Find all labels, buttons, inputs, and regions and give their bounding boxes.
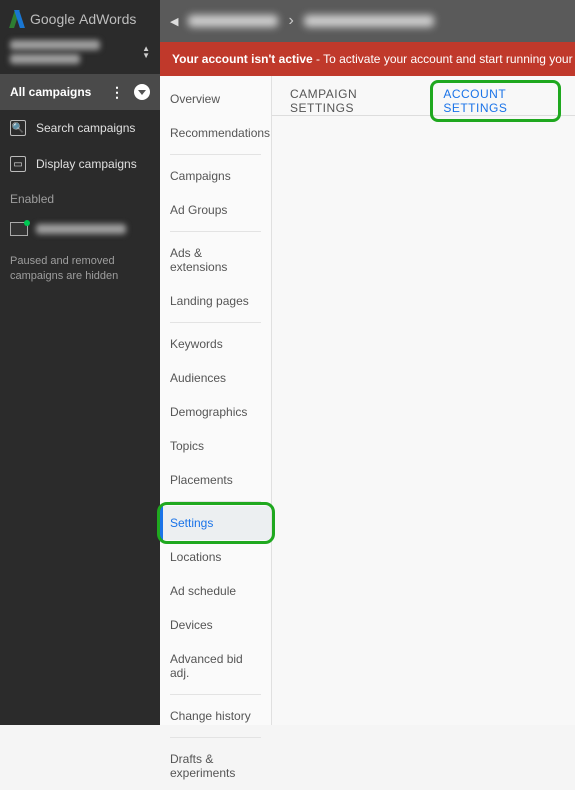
settings-tabs: CAMPAIGN SETTINGS ACCOUNT SETTINGS [272, 76, 575, 116]
secnav-divider [170, 501, 261, 502]
secnav-advanced-bid[interactable]: Advanced bid adj. [160, 642, 271, 690]
enabled-status-icon [10, 222, 28, 236]
secnav-audiences[interactable]: Audiences [160, 361, 271, 395]
page-content: CAMPAIGN SETTINGS ACCOUNT SETTINGS [272, 76, 575, 725]
kebab-menu-icon[interactable]: ⋮ [110, 85, 124, 99]
secnav-settings[interactable]: Settings [160, 506, 271, 540]
enabled-campaign-row[interactable] [0, 216, 160, 250]
sidebar-item-display-campaigns[interactable]: ▭ Display campaigns [0, 146, 160, 182]
display-icon: ▭ [10, 156, 26, 172]
secnav-ad-schedule[interactable]: Ad schedule [160, 574, 271, 608]
campaign-name-blur [36, 224, 126, 234]
all-campaigns-label: All campaigns [10, 85, 91, 99]
secnav-keywords[interactable]: Keywords [160, 327, 271, 361]
account-chevrons-icon: ▲▼ [142, 45, 150, 59]
secnav-divider [170, 154, 261, 155]
tab-account-settings[interactable]: ACCOUNT SETTINGS [430, 80, 561, 122]
secnav-campaigns[interactable]: Campaigns [160, 159, 271, 193]
sidebar-item-label: Display campaigns [36, 157, 137, 171]
filter-dropdown-icon[interactable] [134, 84, 150, 100]
enabled-section-label: Enabled [0, 182, 160, 216]
all-campaigns-header[interactable]: All campaigns ⋮ [0, 74, 160, 110]
adwords-logo-icon [10, 10, 24, 28]
secnav-topics[interactable]: Topics [160, 429, 271, 463]
breadcrumb-separator: › [288, 12, 293, 30]
secnav-ads-extensions[interactable]: Ads & extensions [160, 236, 271, 284]
brand-text: Google AdWords [30, 11, 136, 27]
inactive-account-alert[interactable]: Your account isn't active - To activate … [160, 42, 575, 76]
secnav-drafts-experiments[interactable]: Drafts & experiments [160, 742, 271, 790]
hidden-campaigns-note: Paused and removed campaigns are hidden [0, 250, 160, 289]
alert-rest: - To activate your account and start run… [313, 52, 575, 66]
main-area: ◀ › Your account isn't active - To activ… [160, 0, 575, 725]
primary-sidebar: Google AdWords ▲▼ All campaigns ⋮ 🔍 Sear… [0, 0, 160, 725]
sidebar-item-label: Search campaigns [36, 121, 135, 135]
logo-block: Google AdWords [0, 0, 160, 36]
secnav-landing-pages[interactable]: Landing pages [160, 284, 271, 318]
secnav-locations[interactable]: Locations [160, 540, 271, 574]
alert-bold: Your account isn't active [172, 52, 313, 66]
secondary-nav: Overview Recommendations Campaigns Ad Gr… [160, 76, 272, 725]
breadcrumb-2-blur [304, 15, 434, 27]
breadcrumb-bar: ◀ › [160, 0, 575, 42]
tab-campaign-settings[interactable]: CAMPAIGN SETTINGS [286, 79, 402, 127]
account-selector[interactable]: ▲▼ [0, 36, 160, 74]
secnav-ad-groups[interactable]: Ad Groups [160, 193, 271, 227]
secnav-placements[interactable]: Placements [160, 463, 271, 497]
secnav-divider [170, 322, 261, 323]
secnav-divider [170, 231, 261, 232]
secnav-recommendations[interactable]: Recommendations [160, 116, 271, 150]
collapse-sidebar-icon[interactable]: ◀ [170, 15, 178, 28]
account-name-blur [10, 40, 100, 64]
sidebar-item-search-campaigns[interactable]: 🔍 Search campaigns [0, 110, 160, 146]
secnav-overview[interactable]: Overview [160, 82, 271, 116]
secnav-divider [170, 737, 261, 738]
secnav-divider [170, 694, 261, 695]
secnav-demographics[interactable]: Demographics [160, 395, 271, 429]
search-icon: 🔍 [10, 120, 26, 136]
secnav-change-history[interactable]: Change history [160, 699, 271, 733]
breadcrumb-1-blur [188, 15, 278, 27]
secnav-devices[interactable]: Devices [160, 608, 271, 642]
